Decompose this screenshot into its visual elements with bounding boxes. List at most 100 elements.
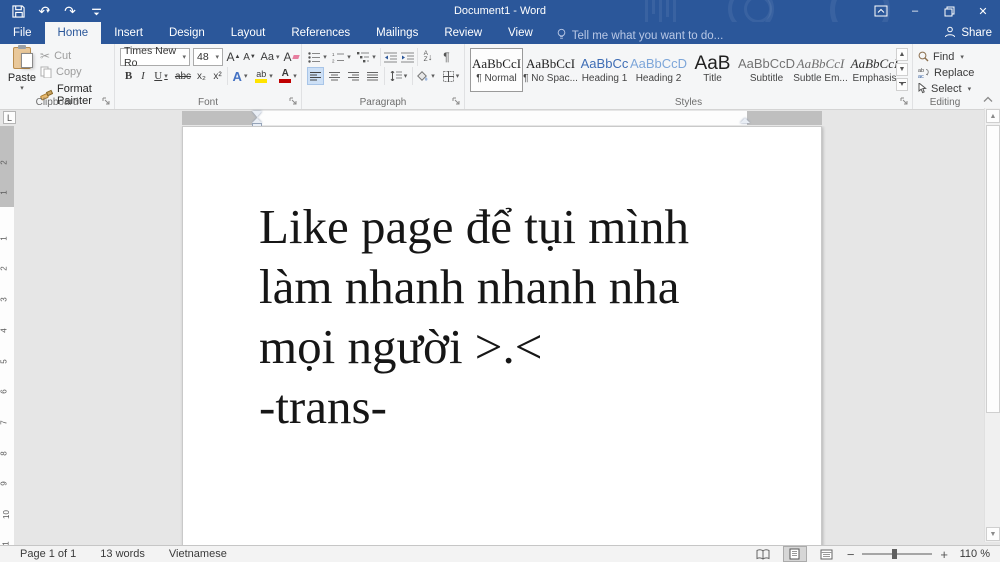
- align-center-button[interactable]: [326, 67, 343, 85]
- change-case-button[interactable]: Aa: [259, 48, 281, 66]
- read-mode-button[interactable]: [751, 546, 775, 562]
- find-button[interactable]: Find: [918, 49, 964, 64]
- print-layout-button[interactable]: [782, 546, 807, 562]
- right-indent-marker[interactable]: [740, 118, 750, 123]
- select-button[interactable]: Select: [918, 81, 971, 96]
- document-page[interactable]: Like page để tụi mình làm nhanh nhanh nha…: [182, 126, 822, 545]
- font-name-dropdown-arrow-icon[interactable]: ▾: [182, 53, 186, 61]
- tab-mailings[interactable]: Mailings: [363, 22, 431, 44]
- language-indicator[interactable]: Vietnamese: [169, 548, 227, 560]
- font-dialog-launcher-icon[interactable]: [289, 97, 298, 106]
- font-color-button[interactable]: A: [277, 67, 299, 85]
- tab-stop-selector[interactable]: L: [3, 111, 16, 124]
- underline-button[interactable]: U: [151, 67, 171, 85]
- font-size-dropdown-arrow-icon[interactable]: ▾: [215, 53, 219, 61]
- styles-dialog-launcher-icon[interactable]: [900, 97, 909, 106]
- font-name-value: Times New Ro: [124, 45, 177, 69]
- shrink-font-button[interactable]: A ▼: [242, 48, 257, 66]
- ruler-number: 2: [0, 266, 9, 272]
- bullet-list-icon: [308, 51, 321, 63]
- tab-insert[interactable]: Insert: [101, 22, 156, 44]
- restore-button[interactable]: [932, 0, 966, 22]
- tab-file[interactable]: File: [0, 22, 45, 44]
- document-text[interactable]: Like page để tụi mình làm nhanh nhanh nha…: [259, 197, 759, 437]
- paragraph-dialog-launcher-icon[interactable]: [452, 97, 461, 106]
- font-name-combo[interactable]: Times New Ro ▾: [120, 45, 190, 69]
- page-indicator[interactable]: Page 1 of 1: [20, 548, 76, 560]
- collapse-ribbon-icon[interactable]: [983, 94, 993, 106]
- justify-button[interactable]: [364, 67, 381, 85]
- cut-button[interactable]: ✂ Cut: [40, 49, 71, 63]
- style-card-subtle-em[interactable]: AaBbCcI Subtle Em...: [793, 48, 847, 92]
- zoom-slider-thumb[interactable]: [892, 549, 898, 559]
- text-effects-button[interactable]: A: [230, 67, 250, 85]
- undo-dropdown-arrow-icon[interactable]: ▾: [46, 7, 50, 15]
- first-line-indent-marker[interactable]: [252, 111, 262, 117]
- word-count[interactable]: 13 words: [100, 548, 145, 560]
- show-hide-pilcrow-button[interactable]: ¶: [439, 48, 454, 66]
- style-card-heading-1[interactable]: AaBbCc Heading 1: [578, 48, 631, 92]
- numbering-button[interactable]: 12: [330, 48, 353, 66]
- sort-button[interactable]: AZ ↓: [419, 48, 437, 66]
- line-spacing-button[interactable]: [387, 67, 409, 85]
- italic-button[interactable]: I: [137, 67, 149, 85]
- style-card-no-spac[interactable]: AaBbCcI ¶ No Spac...: [523, 48, 578, 92]
- decrease-indent-button[interactable]: [382, 48, 398, 66]
- bullets-button[interactable]: [307, 48, 328, 66]
- styles-scroll-down-icon[interactable]: ▼: [896, 63, 908, 76]
- redo-button[interactable]: ↷: [60, 1, 80, 21]
- paste-dropdown-arrow-icon[interactable]: ▾: [20, 84, 24, 92]
- zoom-level[interactable]: 110 %: [956, 548, 990, 560]
- font-size-combo[interactable]: 48 ▾: [193, 48, 223, 66]
- horizontal-ruler[interactable]: [182, 111, 822, 125]
- tab-references[interactable]: References: [278, 22, 363, 44]
- borders-button[interactable]: [440, 67, 462, 85]
- web-layout-button[interactable]: [815, 546, 839, 562]
- style-card-normal[interactable]: AaBbCcI ¶ Normal: [470, 48, 523, 92]
- styles-gallery-more-button[interactable]: ▾: [896, 78, 908, 91]
- line-spacing-icon: [389, 71, 402, 81]
- style-name: Heading 1: [581, 72, 628, 84]
- vertical-scrollbar[interactable]: ▲ ▼: [984, 108, 1000, 542]
- text-highlight-button[interactable]: ab: [253, 67, 275, 85]
- superscript-button[interactable]: x²: [210, 67, 225, 85]
- clipboard-dialog-launcher-icon[interactable]: [102, 97, 111, 106]
- tab-view[interactable]: View: [495, 22, 546, 44]
- tab-review[interactable]: Review: [431, 22, 495, 44]
- undo-button[interactable]: ↶ ▾: [34, 1, 54, 21]
- multilevel-list-button[interactable]: [355, 48, 378, 66]
- style-card-title[interactable]: AaB Title: [686, 48, 739, 92]
- share-button[interactable]: Share: [944, 22, 992, 44]
- grow-font-button[interactable]: A ▲: [226, 48, 241, 66]
- style-card-emphasis[interactable]: AaBbCcI Emphasis: [848, 48, 901, 92]
- zoom-slider[interactable]: [862, 549, 933, 559]
- minimize-button[interactable]: –: [898, 0, 932, 22]
- style-card-heading-2[interactable]: AaBbCcD Heading 2: [630, 48, 687, 92]
- strikethrough-button[interactable]: abc: [174, 67, 192, 85]
- tab-layout[interactable]: Layout: [218, 22, 279, 44]
- bold-button[interactable]: B: [122, 67, 135, 85]
- zoom-in-button[interactable]: +: [940, 547, 948, 562]
- save-icon[interactable]: [8, 1, 28, 21]
- close-button[interactable]: ✕: [966, 0, 1000, 22]
- clear-formatting-button[interactable]: A: [283, 48, 300, 66]
- shading-button[interactable]: [415, 67, 437, 85]
- align-right-button[interactable]: [345, 67, 362, 85]
- styles-scroll-up-icon[interactable]: ▲: [896, 48, 908, 61]
- align-left-button[interactable]: [307, 67, 324, 85]
- zoom-out-button[interactable]: −: [847, 547, 855, 562]
- multilevel-list-icon: [357, 51, 370, 63]
- increase-indent-button[interactable]: [399, 48, 415, 66]
- scrollbar-thumb[interactable]: [986, 125, 1000, 413]
- tab-design[interactable]: Design: [156, 22, 218, 44]
- customize-qat-icon[interactable]: [86, 1, 106, 21]
- tab-home[interactable]: Home: [44, 22, 102, 44]
- tell-me-box[interactable]: Tell me what you want to do...: [556, 28, 723, 44]
- ribbon-display-options-icon[interactable]: [864, 0, 898, 22]
- copy-button[interactable]: Copy: [40, 66, 82, 78]
- scrollbar-down-icon[interactable]: ▼: [986, 527, 1000, 541]
- replace-button[interactable]: ab ac Replace: [918, 65, 974, 80]
- subscript-button[interactable]: x₂: [194, 67, 209, 85]
- scrollbar-up-icon[interactable]: ▲: [986, 109, 1000, 123]
- style-card-subtitle[interactable]: AaBbCcD Subtitle: [738, 48, 795, 92]
